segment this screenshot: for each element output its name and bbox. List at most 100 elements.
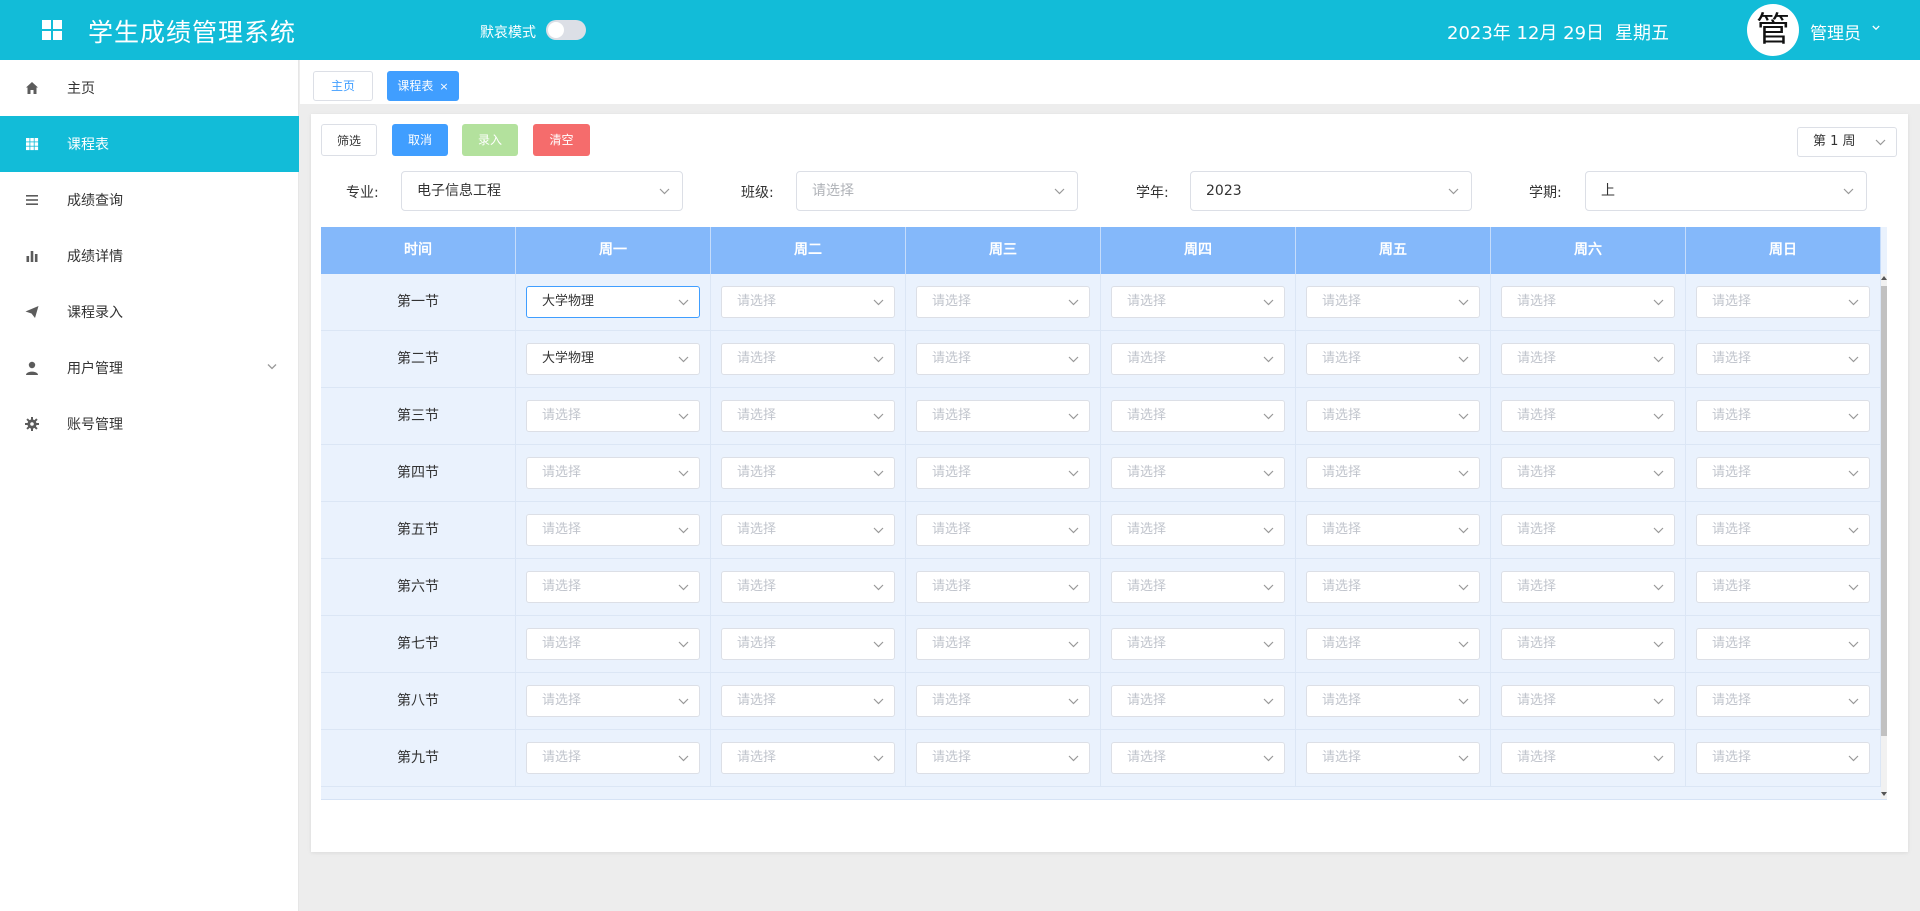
scrollbar-thumb[interactable] [1881,286,1887,736]
close-icon[interactable]: × [439,73,448,101]
course-select[interactable]: 请选择 [721,400,895,432]
course-select[interactable]: 请选择 [1306,286,1480,318]
course-select[interactable]: 请选择 [916,685,1090,717]
course-select[interactable]: 请选择 [916,457,1090,489]
sidebar-item-schedule[interactable]: 课程表 [0,116,299,172]
course-select[interactable]: 请选择 [526,742,700,774]
course-select[interactable]: 大学物理 [526,286,700,318]
course-select[interactable]: 请选择 [1306,343,1480,375]
sidebar-item-course-entry[interactable]: 课程录入 [0,284,299,340]
vertical-scrollbar[interactable] [1881,274,1887,799]
tab-schedule[interactable]: 课程表 × [387,71,459,101]
course-select[interactable]: 请选择 [1111,685,1285,717]
chevron-down-icon [873,584,884,591]
course-select[interactable]: 请选择 [526,514,700,546]
course-select[interactable]: 请选择 [1696,742,1870,774]
chevron-down-icon [1458,470,1469,477]
course-select[interactable]: 请选择 [1696,514,1870,546]
chevron-down-icon [1458,299,1469,306]
class-select[interactable]: 请选择 [796,171,1078,211]
chevron-down-icon[interactable] [1872,24,1880,32]
table-cell: 大学物理 [516,274,711,331]
course-select[interactable]: 请选择 [1111,514,1285,546]
dark-mode-toggle[interactable] [546,20,586,40]
course-select[interactable]: 请选择 [1501,628,1675,660]
course-select[interactable]: 请选择 [1501,514,1675,546]
course-select[interactable]: 请选择 [1111,742,1285,774]
course-select[interactable]: 请选择 [1696,286,1870,318]
course-select[interactable]: 请选择 [1501,571,1675,603]
course-select[interactable]: 请选择 [721,457,895,489]
enter-button[interactable]: 录入 [462,124,518,156]
course-select[interactable]: 请选择 [916,571,1090,603]
cancel-button[interactable]: 取消 [392,124,448,156]
course-select[interactable]: 请选择 [721,685,895,717]
course-select[interactable]: 请选择 [721,628,895,660]
course-select[interactable]: 请选择 [1696,457,1870,489]
course-select[interactable]: 请选择 [1306,685,1480,717]
course-select[interactable]: 请选择 [1696,628,1870,660]
clear-button[interactable]: 清空 [533,124,590,156]
course-select[interactable]: 请选择 [1696,343,1870,375]
major-value: 电子信息工程 [417,183,501,199]
course-select[interactable]: 请选择 [1501,685,1675,717]
course-select[interactable]: 请选择 [1696,685,1870,717]
apps-grid-icon[interactable] [42,20,62,40]
course-select[interactable]: 请选择 [916,343,1090,375]
course-select[interactable]: 请选择 [526,628,700,660]
course-select[interactable]: 请选择 [1501,457,1675,489]
scroll-up-arrow-icon[interactable] [1881,276,1887,280]
course-select[interactable]: 请选择 [1696,571,1870,603]
week-select[interactable]: 第 1 周 [1797,127,1897,157]
course-select[interactable]: 请选择 [916,400,1090,432]
course-select[interactable]: 大学物理 [526,343,700,375]
sidebar-item-grade-query[interactable]: 成绩查询 [0,172,299,228]
sidebar-item-home[interactable]: 主页 [0,60,299,116]
course-select[interactable]: 请选择 [1306,742,1480,774]
course-select[interactable]: 请选择 [1501,343,1675,375]
table-cell: 请选择 [1296,502,1491,559]
chevron-down-icon [1458,698,1469,705]
course-select[interactable]: 请选择 [1111,457,1285,489]
course-select[interactable]: 请选择 [1306,628,1480,660]
term-select[interactable]: 上 [1585,171,1867,211]
tab-home[interactable]: 主页 [313,71,373,101]
course-select[interactable]: 请选择 [721,286,895,318]
course-select[interactable]: 请选择 [1111,571,1285,603]
course-select[interactable]: 请选择 [1501,286,1675,318]
scroll-down-arrow-icon[interactable] [1881,792,1887,796]
course-select[interactable]: 请选择 [1306,514,1480,546]
user-menu-label[interactable]: 管理员 [1810,19,1861,44]
course-select[interactable]: 请选择 [721,571,895,603]
course-select[interactable]: 请选择 [916,286,1090,318]
course-select[interactable]: 请选择 [721,742,895,774]
course-select[interactable]: 请选择 [1501,742,1675,774]
chevron-down-icon [1848,356,1859,363]
course-select[interactable]: 请选择 [1501,400,1675,432]
sidebar-item-grade-detail[interactable]: 成绩详情 [0,228,299,284]
course-select[interactable]: 请选择 [526,571,700,603]
course-select[interactable]: 请选择 [526,457,700,489]
course-select[interactable]: 请选择 [1306,457,1480,489]
sidebar-item-account-management[interactable]: 账号管理 [0,396,299,452]
major-select[interactable]: 电子信息工程 [401,171,683,211]
course-select[interactable]: 请选择 [1306,400,1480,432]
course-select[interactable]: 请选择 [721,343,895,375]
course-select[interactable]: 请选择 [1111,343,1285,375]
course-select[interactable]: 请选择 [1696,400,1870,432]
avatar[interactable]: 管 [1747,4,1799,56]
filter-button[interactable]: 筛选 [321,124,377,156]
course-select[interactable]: 请选择 [526,685,700,717]
course-select[interactable]: 请选择 [1306,571,1480,603]
course-select[interactable]: 请选择 [721,514,895,546]
sidebar-item-user-management[interactable]: 用户管理 [0,340,299,396]
gear-icon [25,417,39,431]
course-select[interactable]: 请选择 [916,514,1090,546]
course-select[interactable]: 请选择 [1111,628,1285,660]
course-select[interactable]: 请选择 [1111,400,1285,432]
course-select[interactable]: 请选择 [916,628,1090,660]
year-select[interactable]: 2023 [1190,171,1472,211]
course-select[interactable]: 请选择 [1111,286,1285,318]
course-select[interactable]: 请选择 [526,400,700,432]
course-select[interactable]: 请选择 [916,742,1090,774]
